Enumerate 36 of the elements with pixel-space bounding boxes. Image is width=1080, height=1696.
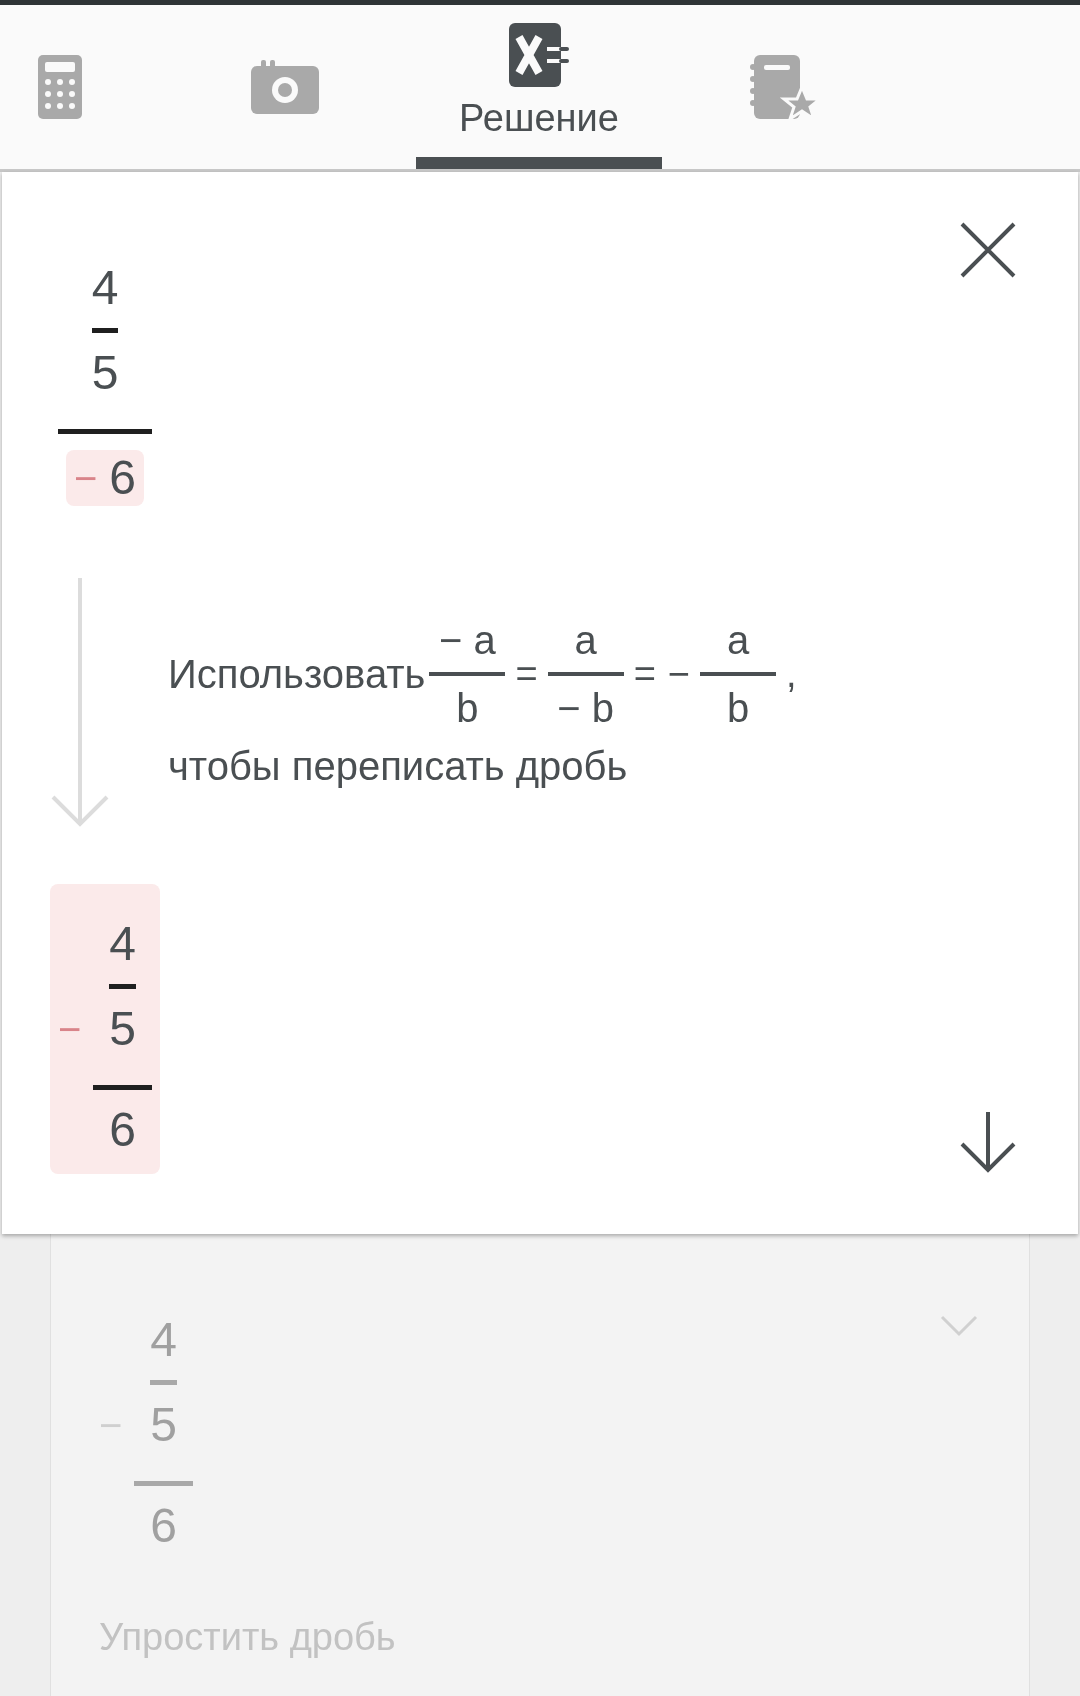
math-term: 5 (91, 349, 119, 397)
step-arrow-icon (51, 578, 109, 827)
math-term: , (786, 652, 797, 696)
calculator-icon (38, 55, 82, 119)
close-button[interactable] (958, 220, 1018, 280)
solve-icon (509, 22, 569, 87)
fraction-bar (150, 1380, 178, 1385)
math-term: = (515, 652, 538, 696)
fraction-bar (91, 328, 119, 333)
math-term: 6 (150, 1502, 178, 1550)
fraction-bar (93, 1085, 153, 1090)
math-term: 4 (109, 920, 137, 968)
math-term: 6 (109, 1106, 137, 1154)
math-term: − a (439, 620, 496, 660)
math-term: b (726, 688, 750, 728)
math-term: 5 (150, 1401, 178, 1449)
down-arrow-button[interactable] (958, 1110, 1018, 1174)
math-term: 4 (91, 264, 119, 312)
minus-sign: − (58, 1009, 82, 1049)
camera-icon (251, 60, 319, 114)
math-term: − b (557, 688, 614, 728)
math-term: = (633, 652, 656, 696)
math-term: b (456, 688, 479, 728)
chevron-down-icon[interactable] (940, 1315, 978, 1337)
minus-sign: − (99, 1405, 123, 1445)
rule-text: чтобы переписать дробь (168, 744, 629, 789)
math-term: a (574, 620, 597, 660)
math-term: 6 (109, 454, 137, 502)
minus-sign: − (74, 458, 98, 498)
fraction-bar (109, 984, 137, 989)
math-term: 5 (109, 1005, 137, 1053)
math-term: 4 (150, 1316, 178, 1364)
rule-text: Использовать (168, 651, 426, 697)
fraction-bar (134, 1481, 194, 1486)
math-term: − (667, 652, 691, 696)
math-term: a (726, 620, 750, 660)
